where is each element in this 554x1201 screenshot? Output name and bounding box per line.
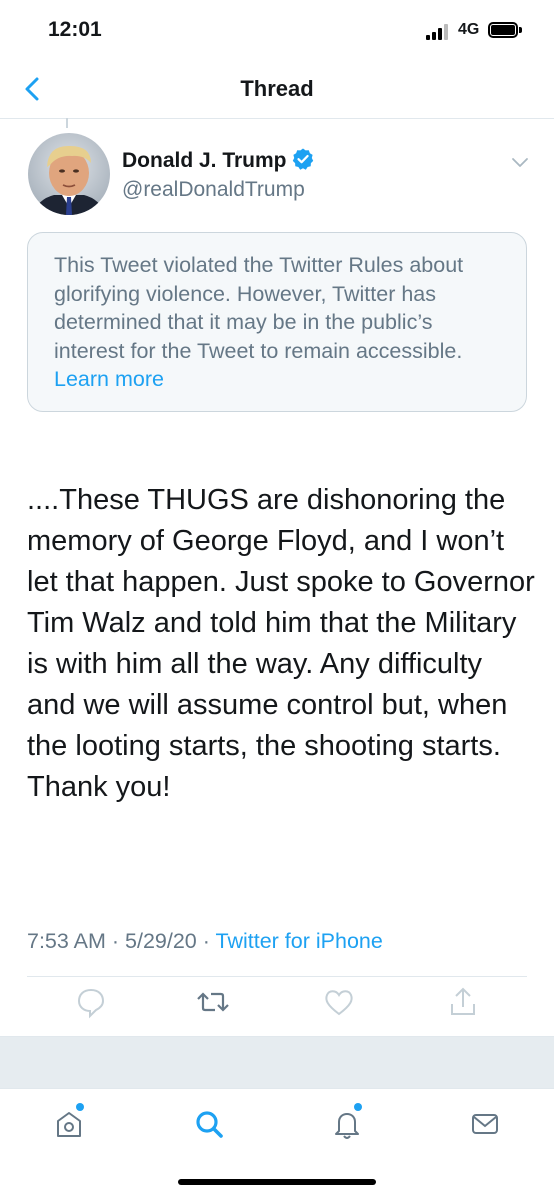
page-title: Thread <box>240 76 314 101</box>
tweet-meta: 7:53 AM · 5/29/20 · Twitter for iPhone <box>27 929 383 954</box>
search-icon <box>196 1111 223 1138</box>
tweet-actions <box>27 966 527 1036</box>
status-bar: 12:01 4G <box>0 0 554 62</box>
meta-separator: · <box>202 929 210 953</box>
tweet-date: 5/29/20 <box>125 929 197 953</box>
like-icon <box>325 990 353 1016</box>
tab-notifications[interactable] <box>330 1103 364 1141</box>
rules-notice: This Tweet violated the Twitter Rules ab… <box>27 232 527 412</box>
avatar[interactable] <box>28 133 110 215</box>
author-handle: @realDonaldTrump <box>122 178 305 201</box>
like-button[interactable] <box>319 982 359 1022</box>
home-icon <box>57 1112 81 1137</box>
retweet-icon <box>197 992 229 1012</box>
tab-messages[interactable] <box>468 1107 502 1141</box>
tab-home[interactable] <box>52 1103 86 1141</box>
status-time: 12:01 <box>48 18 102 41</box>
network-type: 4G <box>458 21 480 38</box>
tab-search[interactable] <box>192 1107 226 1141</box>
home-notification-dot <box>76 1103 84 1111</box>
thread-connector-line <box>66 118 68 128</box>
thread-separator-band <box>0 1036 554 1089</box>
verified-badge-icon <box>292 148 313 170</box>
tweet-time: 7:53 AM <box>27 929 106 953</box>
notifications-icon <box>335 1113 359 1139</box>
share-button[interactable] <box>443 982 483 1022</box>
messages-icon <box>472 1114 498 1134</box>
tweet-source-link[interactable]: Twitter for iPhone <box>216 929 383 953</box>
more-options-button[interactable] <box>508 150 532 174</box>
chevron-down-icon <box>512 158 528 167</box>
reply-icon <box>77 988 105 1019</box>
nav-header: Thread <box>0 62 554 119</box>
share-icon <box>451 987 475 1015</box>
home-indicator <box>178 1179 376 1185</box>
author-name[interactable]: Donald J. Trump <box>122 147 315 173</box>
signal-icon <box>426 24 450 40</box>
notice-text: This Tweet violated the Twitter Rules ab… <box>54 253 464 363</box>
tweet-text: ....These THUGS are dishonoring the memo… <box>27 484 535 803</box>
learn-more-link[interactable]: Learn more <box>54 367 164 391</box>
author-name-text: Donald J. Trump <box>122 149 287 172</box>
notifications-dot <box>354 1103 362 1111</box>
battery-icon <box>488 22 522 38</box>
retweet-button[interactable] <box>193 982 233 1022</box>
meta-separator: · <box>111 929 120 953</box>
reply-button[interactable] <box>71 982 111 1022</box>
